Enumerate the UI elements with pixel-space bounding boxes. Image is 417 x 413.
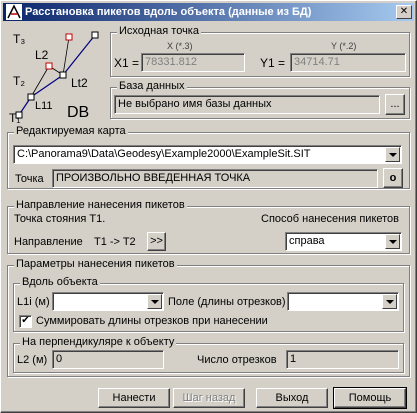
- l1-label: L1i (м): [17, 296, 50, 308]
- y1-field[interactable]: 34714.71: [290, 53, 406, 72]
- point-field[interactable]: ПРОИЗВОЛЬНО ВВЕДЕННАЯ ТОЧКА: [52, 169, 378, 188]
- database-title: База данных: [117, 80, 187, 92]
- map-path-combo[interactable]: C:\Panorama9\Data\Geodesy\Example2000\Ex…: [13, 145, 402, 164]
- step-back-button[interactable]: Шаг назад: [173, 388, 245, 408]
- l1-combo[interactable]: [52, 292, 164, 311]
- label-lt2: Lt2: [71, 76, 88, 90]
- perpendicular-title: На перпендикуляре к объекту: [20, 336, 177, 348]
- method-label: Способ нанесения пикетов: [261, 213, 400, 225]
- swap-direction-label: >>: [150, 235, 163, 247]
- segment-field-label: Поле (длины отрезков): [168, 296, 286, 308]
- help-button-label: Помощь: [348, 392, 392, 404]
- app-icon: [6, 4, 22, 20]
- method-combo[interactable]: справа: [285, 232, 402, 251]
- point-label: Точка: [15, 173, 44, 185]
- label-t2: T₂: [13, 74, 25, 88]
- chevron-down-icon[interactable]: [147, 294, 162, 309]
- close-icon[interactable]: ✕: [396, 5, 412, 19]
- segment-field-combo[interactable]: [287, 292, 399, 311]
- window-title: Расстановка пикетов вдоль объекта (данны…: [25, 6, 312, 18]
- source-point-title: Исходная точка: [117, 25, 201, 37]
- exit-button[interactable]: Выход: [256, 388, 328, 408]
- sum-lengths-label: Суммировать длины отрезков при нанесении: [36, 315, 268, 327]
- label-l2: L2: [35, 48, 49, 62]
- exit-button-label: Выход: [275, 392, 309, 404]
- label-db: DB: [67, 104, 89, 121]
- direction-value: T1 -> T2: [94, 236, 136, 248]
- x1-label: X1 =: [114, 56, 140, 70]
- y1-label: Y1 =: [260, 56, 286, 70]
- chevron-down-icon[interactable]: [385, 234, 400, 249]
- apply-button[interactable]: Нанести: [98, 388, 170, 408]
- map-path-value: C:\Panorama9\Data\Geodesy\Example2000\Ex…: [17, 148, 311, 160]
- point-button-label: o: [389, 172, 397, 184]
- database-browse-button[interactable]: ...: [385, 94, 405, 115]
- title-bar: Расстановка пикетов вдоль объекта (данны…: [3, 3, 414, 21]
- label-l11: L11: [35, 100, 53, 112]
- step-back-button-label: Шаг назад: [182, 392, 236, 404]
- label-t3: T₃: [13, 32, 25, 46]
- dialog-window: Расстановка пикетов вдоль объекта (данны…: [0, 0, 417, 413]
- map-title: Редактируемая карта: [14, 125, 128, 137]
- x-caption: X (*.3): [167, 41, 193, 51]
- segment-count-label: Число отрезков: [197, 354, 277, 366]
- params-title: Параметры нанесения пикетов: [14, 258, 177, 270]
- scheme-diagram: T₃ L2 T₂ Lt2 L11 T₁ DB: [9, 31, 99, 123]
- database-browse-label: ...: [390, 98, 400, 110]
- database-field[interactable]: Не выбрано имя базы данных: [114, 95, 380, 114]
- chevron-down-icon[interactable]: [382, 294, 397, 309]
- l2-label: L2 (м): [17, 354, 48, 366]
- segment-count-field[interactable]: 1: [286, 350, 399, 369]
- point-button[interactable]: o: [383, 168, 403, 188]
- chevron-down-icon[interactable]: [385, 147, 400, 162]
- method-value: справа: [289, 235, 325, 247]
- sum-lengths-checkbox[interactable]: ✔: [19, 315, 32, 328]
- x1-field[interactable]: 78331.812: [141, 53, 245, 72]
- l2-field[interactable]: 0: [52, 350, 164, 369]
- help-button[interactable]: Помощь: [333, 387, 407, 409]
- label-t1: T₁: [9, 111, 20, 123]
- along-object-title: Вдоль объекта: [20, 276, 100, 288]
- y-caption: Y (*.2): [331, 41, 357, 51]
- apply-button-label: Нанести: [112, 392, 156, 404]
- station-text: Точка стояния T1.: [14, 213, 106, 225]
- swap-direction-button[interactable]: >>: [147, 232, 166, 251]
- direction-label: Направление: [14, 236, 83, 248]
- direction-title: Направление нанесения пикетов: [14, 199, 187, 211]
